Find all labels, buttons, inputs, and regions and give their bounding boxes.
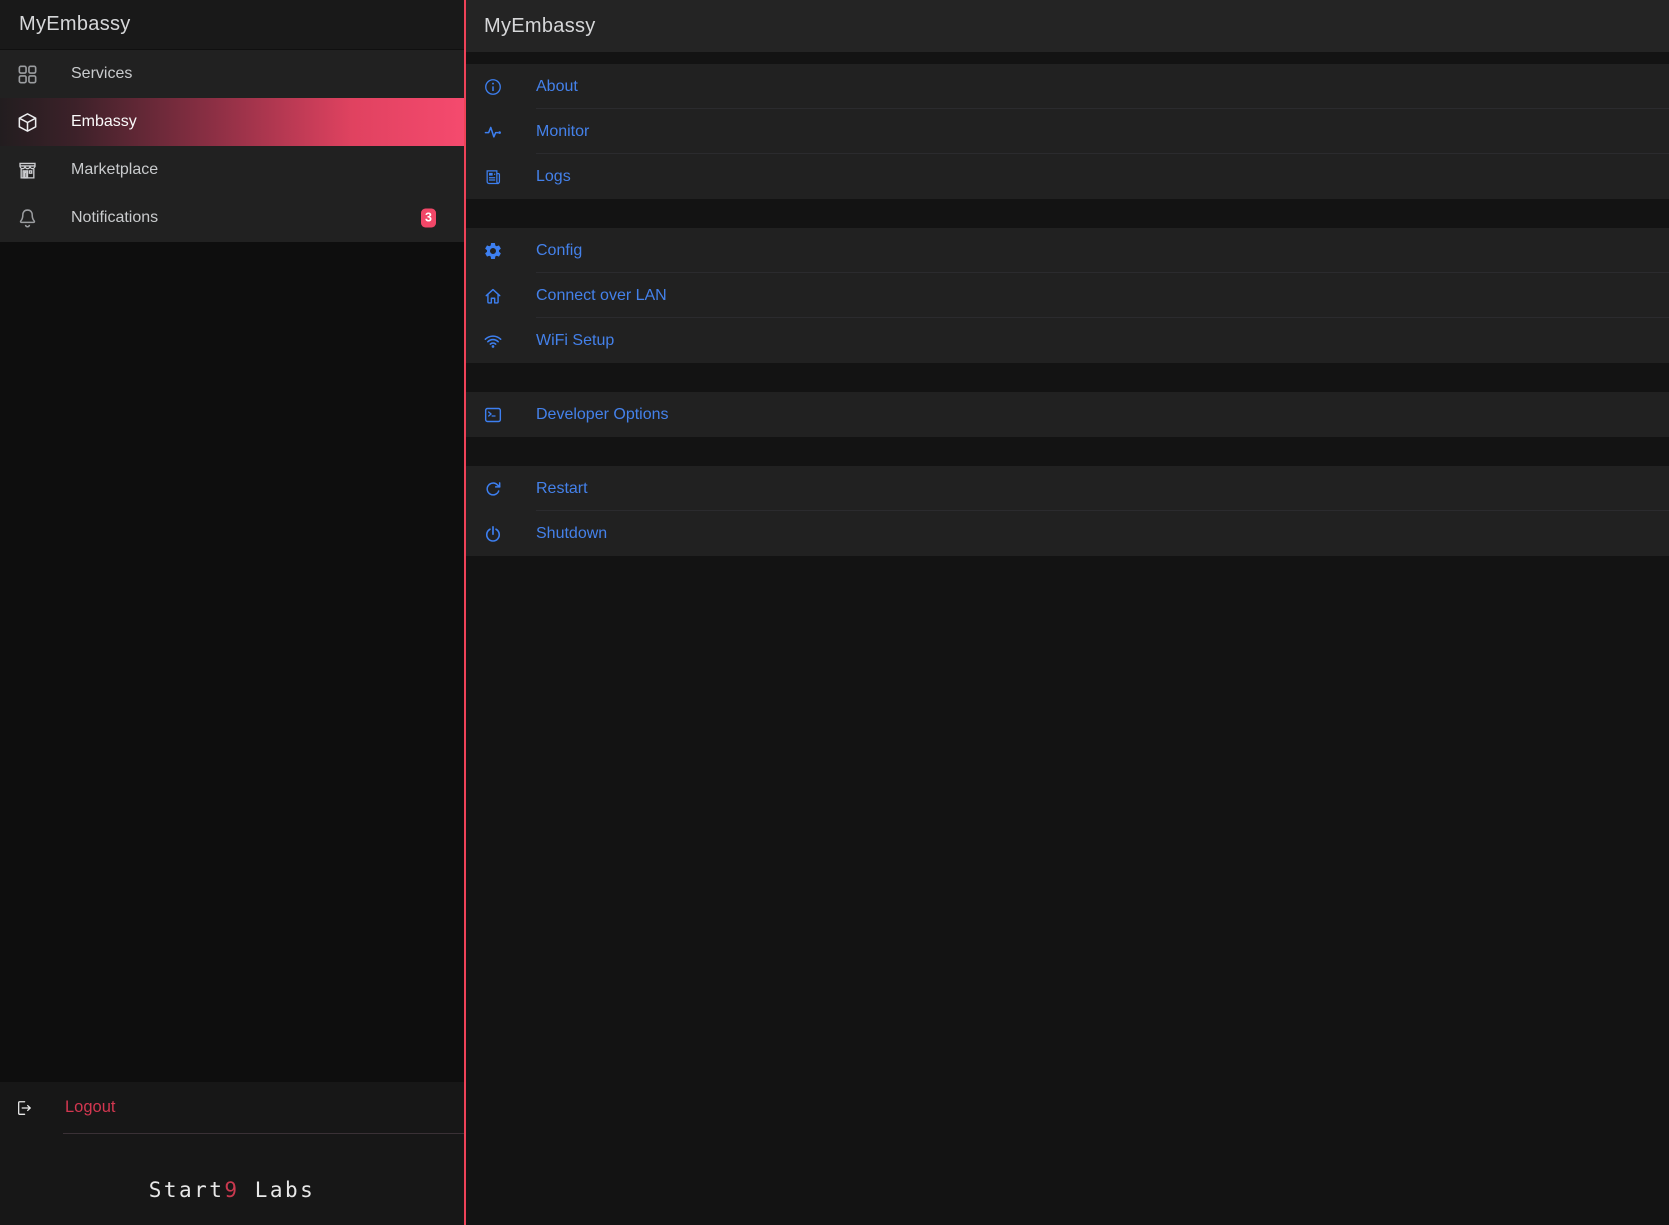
sidebar-nav: Services Embassy [0, 50, 464, 242]
menu-item-logs[interactable]: Logs [466, 154, 1669, 199]
sidebar-item-notifications[interactable]: Notifications 3 [0, 194, 464, 242]
home-icon [483, 286, 503, 306]
grid-icon [16, 63, 39, 86]
cube-icon [16, 111, 39, 134]
menu-item-wifi-setup[interactable]: WiFi Setup [466, 318, 1669, 363]
sidebar: MyEmbassy Services Embassy [0, 0, 466, 1225]
logout-icon [15, 1099, 33, 1117]
logout-button[interactable]: Logout [0, 1082, 464, 1133]
menu-item-monitor[interactable]: Monitor [466, 109, 1669, 154]
menu-group-developer: Developer Options [466, 392, 1669, 437]
brand-text-pre: Start [149, 1178, 225, 1202]
power-icon [483, 524, 503, 544]
sidebar-item-label: Marketplace [71, 161, 158, 179]
newspaper-icon [483, 167, 503, 187]
menu-item-label: Shutdown [536, 525, 607, 543]
menu-item-restart[interactable]: Restart [466, 466, 1669, 511]
menu-item-label: Developer Options [536, 406, 669, 424]
menu-item-label: Monitor [536, 123, 589, 141]
menu-item-about[interactable]: About [466, 64, 1669, 109]
pulse-icon [483, 122, 503, 142]
brand-logo: Start9 Labs [0, 1134, 464, 1225]
menu-item-label: Config [536, 242, 582, 260]
wifi-icon [483, 331, 503, 351]
logout-label: Logout [65, 1098, 115, 1117]
brand-text-accent: 9 [224, 1178, 239, 1202]
sidebar-item-label: Embassy [71, 113, 137, 131]
menu-item-config[interactable]: Config [466, 228, 1669, 273]
menu-item-label: WiFi Setup [536, 332, 614, 350]
bell-icon [16, 207, 39, 230]
refresh-icon [483, 479, 503, 499]
storefront-icon [16, 159, 39, 182]
terminal-icon [483, 405, 503, 425]
sidebar-item-label: Services [71, 65, 132, 83]
menu-item-label: Restart [536, 480, 588, 498]
notification-count-badge: 3 [421, 209, 436, 228]
menu-group-info: About Monitor [466, 64, 1669, 199]
sidebar-item-marketplace[interactable]: Marketplace [0, 146, 464, 194]
menu-item-label: Logs [536, 168, 571, 186]
menu-item-label: About [536, 78, 578, 96]
menu-group-power: Restart Shutdown [466, 466, 1669, 556]
menu-item-developer-options[interactable]: Developer Options [466, 392, 1669, 437]
menu-item-label: Connect over LAN [536, 287, 667, 305]
menu-list-area: About Monitor [466, 52, 1669, 585]
menu-item-shutdown[interactable]: Shutdown [466, 511, 1669, 556]
sidebar-title: MyEmbassy [0, 0, 464, 50]
main-content: MyEmbassy About [466, 0, 1669, 1225]
sidebar-item-embassy[interactable]: Embassy [0, 98, 464, 146]
info-icon [483, 77, 503, 97]
gear-icon [483, 241, 503, 261]
brand-text-post: Labs [240, 1178, 316, 1202]
sidebar-item-services[interactable]: Services [0, 50, 464, 98]
page-title: MyEmbassy [466, 0, 1669, 52]
menu-group-settings: Config Connect over LAN [466, 228, 1669, 363]
sidebar-spacer [0, 242, 464, 1082]
sidebar-footer: Logout Start9 Labs [0, 1082, 464, 1225]
sidebar-item-label: Notifications [71, 209, 158, 227]
menu-item-connect-lan[interactable]: Connect over LAN [466, 273, 1669, 318]
